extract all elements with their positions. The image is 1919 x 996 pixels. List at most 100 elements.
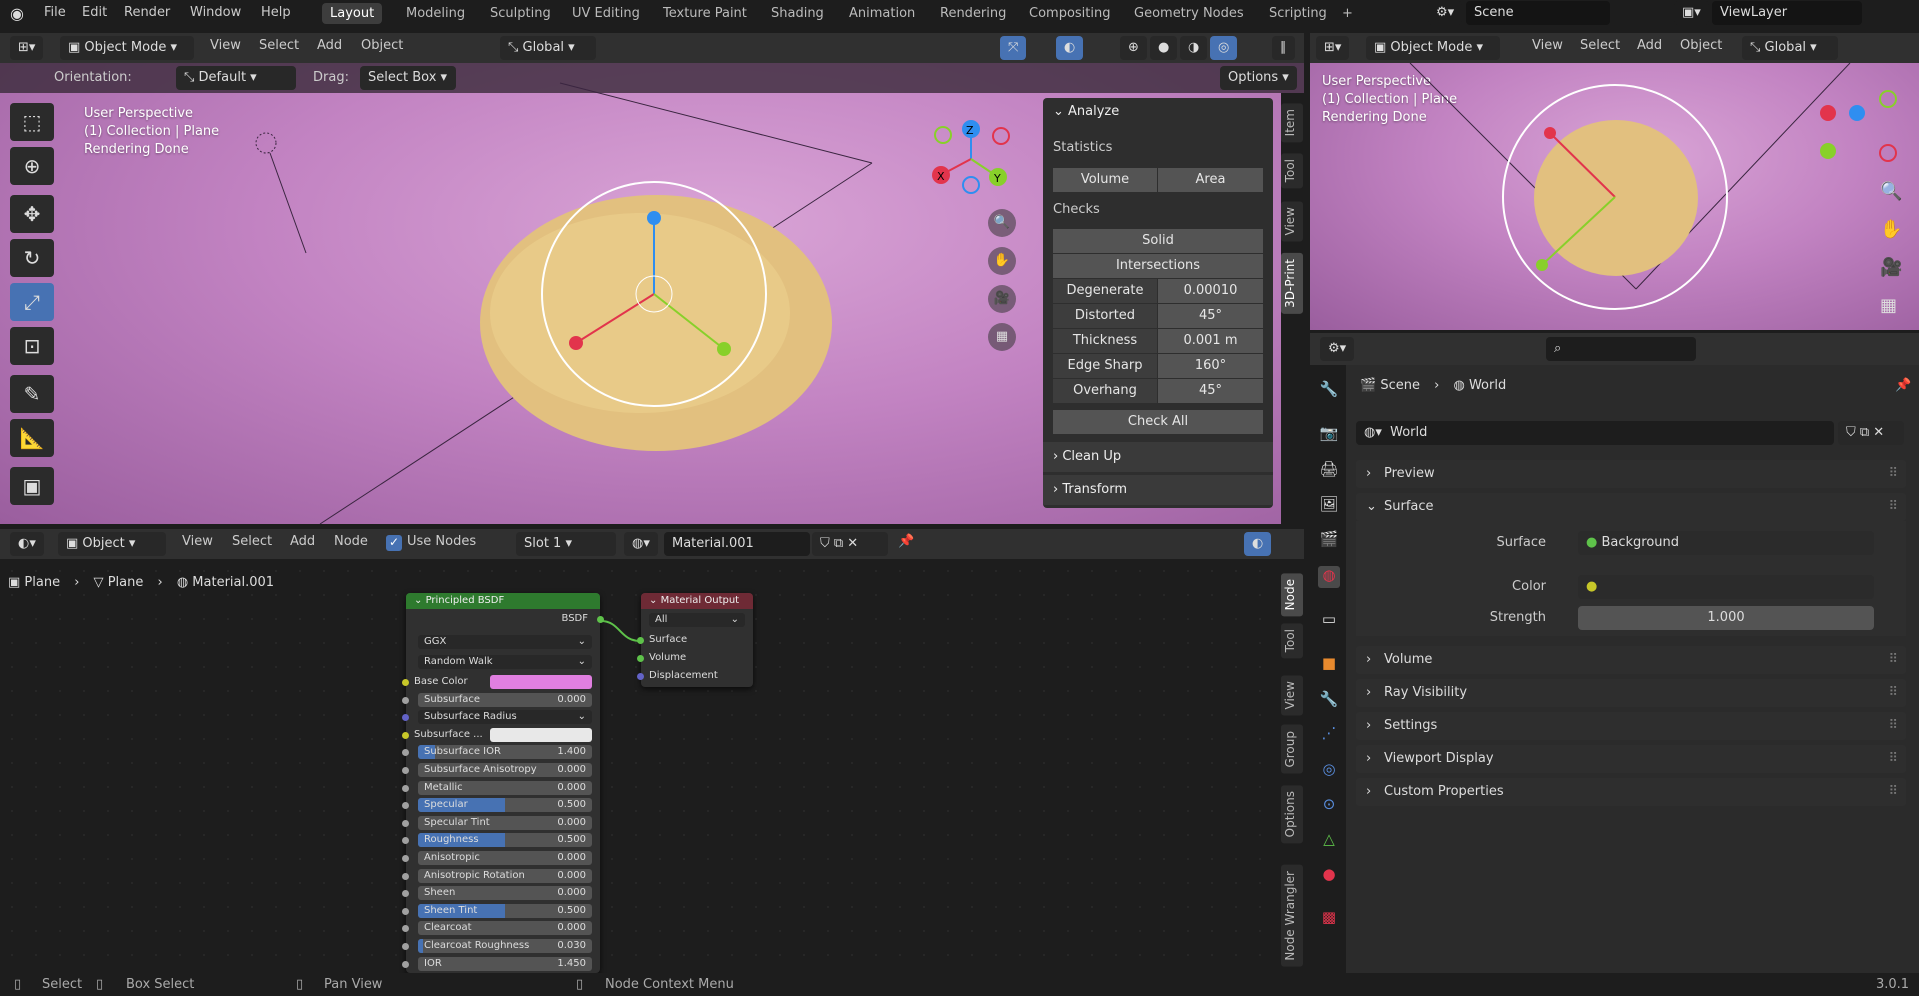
menu-select[interactable]: Select	[259, 38, 299, 53]
menu-object[interactable]: Object	[361, 38, 403, 53]
menu-render[interactable]: Render	[124, 5, 170, 20]
surface-shader-field[interactable]: ● Background	[1578, 531, 1874, 555]
pan-hand-icon[interactable]: ✋	[988, 247, 1016, 275]
panel-preview[interactable]: › Preview ⠿	[1356, 460, 1906, 488]
menu-file[interactable]: File	[44, 5, 66, 20]
workspace-tab-texture-paint[interactable]: Texture Paint	[655, 3, 755, 24]
surface-socket[interactable]	[637, 637, 644, 644]
editor-type-icon[interactable]: ⚙▾	[1320, 337, 1355, 361]
node-canvas[interactable]: ▣ Plane › ▽ Plane › ◍ Material.001 ⌄ Pri…	[0, 559, 1281, 973]
tab-options[interactable]: Options	[1281, 785, 1303, 844]
input-socket[interactable]	[402, 943, 409, 950]
input-socket[interactable]	[402, 679, 409, 686]
input-socket[interactable]	[402, 767, 409, 774]
menu-view[interactable]: View	[210, 38, 241, 53]
object-tab-icon[interactable]: ■	[1318, 654, 1340, 676]
target-dropdown[interactable]: All ⌄	[649, 613, 745, 627]
input-slider[interactable]: Specular 0.500	[418, 798, 592, 813]
drag-handle-icon[interactable]: ⠿	[1888, 712, 1898, 740]
material-tab-icon[interactable]: ●	[1318, 865, 1340, 887]
input-socket[interactable]	[402, 890, 409, 898]
check-value-field[interactable]: 0.001 m	[1158, 329, 1263, 353]
input-slider[interactable]: Subsurface 0.000	[418, 692, 592, 707]
panel-viewport-display[interactable]: › Viewport Display ⠿	[1356, 745, 1906, 773]
viewlayer-field[interactable]: ViewLayer	[1712, 1, 1862, 25]
workspace-tab-modeling[interactable]: Modeling	[398, 3, 473, 24]
material-output-node[interactable]: ⌄ Material Output All ⌄ Surface Volume Di…	[637, 593, 753, 687]
check-value-field[interactable]: 45°	[1158, 304, 1263, 328]
slot-dropdown[interactable]: Slot 1 ▾	[516, 532, 616, 556]
menu-help[interactable]: Help	[261, 5, 291, 20]
panel-volume[interactable]: › Volume ⠿	[1356, 646, 1906, 674]
transform-orientation-dropdown[interactable]: ⤡ Global ▾	[500, 36, 596, 60]
tool-tab-icon[interactable]: 🔧	[1318, 380, 1340, 402]
pin-icon[interactable]: 📌	[898, 534, 914, 549]
material-name-field[interactable]: Material.001	[664, 532, 810, 556]
workspace-tab-uv-editing[interactable]: UV Editing	[564, 3, 648, 24]
material-browse-icon[interactable]: ◍▾	[624, 532, 658, 556]
render-tab-icon[interactable]: 📷	[1318, 424, 1340, 446]
input-socket[interactable]	[402, 749, 409, 757]
use-nodes-checkbox[interactable]: ✓	[386, 535, 402, 551]
3d-viewport[interactable]: Orientation: ⤡ Default ▾ Drag: Select Bo…	[0, 63, 1304, 524]
data-tab-icon[interactable]: △	[1318, 830, 1340, 852]
gizmo-x-handle[interactable]	[569, 336, 583, 350]
zoom-icon[interactable]: 🔍	[1880, 181, 1902, 202]
input-socket[interactable]	[402, 819, 409, 827]
workspace-tab-shading[interactable]: Shading	[763, 3, 832, 24]
gizmo-y-handle[interactable]	[717, 342, 731, 356]
check-all-button[interactable]: Check All	[1053, 410, 1263, 434]
input-slider[interactable]: Roughness 0.500	[418, 833, 592, 848]
clean-up-section[interactable]: › Clean Up	[1043, 442, 1273, 472]
drag-handle-icon[interactable]: ⠿	[1888, 493, 1898, 521]
transform-orientation-dropdown[interactable]: ⤡ Global ▾	[1742, 36, 1838, 60]
overlay-toggle[interactable]: ◐	[1244, 532, 1272, 556]
input-slider[interactable]: Sheen 0.000	[418, 886, 592, 901]
drag-handle-icon[interactable]: ⠿	[1888, 679, 1898, 707]
gizmo-toggle[interactable]: ⤧	[1000, 36, 1027, 60]
tab-3d-print[interactable]: 3D-Print	[1281, 253, 1303, 314]
panel-custom-properties[interactable]: › Custom Properties ⠿	[1356, 778, 1906, 806]
world-datablock-actions[interactable]: ⛉ ⧉ ✕	[1838, 421, 1904, 445]
input-socket[interactable]	[402, 714, 409, 722]
properties-search[interactable]: ⌕	[1546, 337, 1696, 361]
panel-ray-visibility[interactable]: › Ray Visibility ⠿	[1356, 679, 1906, 707]
analyze-header[interactable]: ⌄ Analyze	[1053, 104, 1119, 119]
input-socket[interactable]	[402, 907, 409, 915]
editor-type-icon[interactable]: ◐▾	[10, 532, 44, 556]
editor-type-icon[interactable]: ⊞▾	[1316, 36, 1350, 60]
physics-tab-icon[interactable]: ◎	[1318, 760, 1340, 782]
displacement-socket[interactable]	[637, 673, 644, 680]
menu-view[interactable]: View	[1532, 38, 1563, 53]
material-actions[interactable]: ⛉ ⧉ ✕	[812, 532, 888, 556]
input-slider[interactable]: IOR 1.450	[418, 956, 592, 971]
collection-tab-icon[interactable]: ▭	[1318, 610, 1340, 632]
check-value-field[interactable]: 160°	[1158, 354, 1263, 378]
menu-add[interactable]: Add	[317, 38, 342, 53]
menu-select[interactable]: Select	[1580, 38, 1620, 53]
workspace-tab-animation[interactable]: Animation	[841, 3, 923, 24]
right-3d-viewport[interactable]: User Perspective (1) Collection | Plane …	[1310, 63, 1919, 330]
camera-view-icon[interactable]: 🎥	[988, 285, 1016, 313]
check-value-field[interactable]: 0.00010	[1158, 279, 1263, 303]
input-slider[interactable]: Clearcoat Roughness 0.030	[418, 939, 592, 953]
color-swatch[interactable]	[490, 675, 592, 689]
input-slider[interactable]: Clearcoat 0.000	[418, 921, 592, 936]
shading-solid[interactable]: ●	[1150, 36, 1178, 60]
tab-tool[interactable]: Tool	[1281, 153, 1303, 189]
tab-item[interactable]: Item	[1281, 103, 1303, 143]
tab-view[interactable]: View	[1281, 201, 1303, 242]
shader-type-dropdown[interactable]: ▣ Object ▾	[58, 532, 166, 556]
input-socket[interactable]	[402, 696, 409, 704]
solid-button[interactable]: Solid	[1053, 229, 1263, 253]
color-swatch[interactable]	[490, 727, 592, 742]
modifier-tab-icon[interactable]: 🔧	[1318, 690, 1340, 712]
navigation-gizmo[interactable]	[1820, 90, 1897, 162]
bsdf-output-socket[interactable]	[597, 616, 604, 623]
navigation-gizmo[interactable]: Z X Y	[932, 120, 1010, 194]
camera-view-icon[interactable]: 🎥	[1880, 257, 1902, 278]
tab-group[interactable]: Group	[1281, 725, 1303, 774]
workspace-tab-scripting[interactable]: Scripting	[1261, 3, 1335, 24]
gizmo-z-handle[interactable]	[647, 211, 661, 225]
menu-view[interactable]: View	[182, 534, 213, 549]
